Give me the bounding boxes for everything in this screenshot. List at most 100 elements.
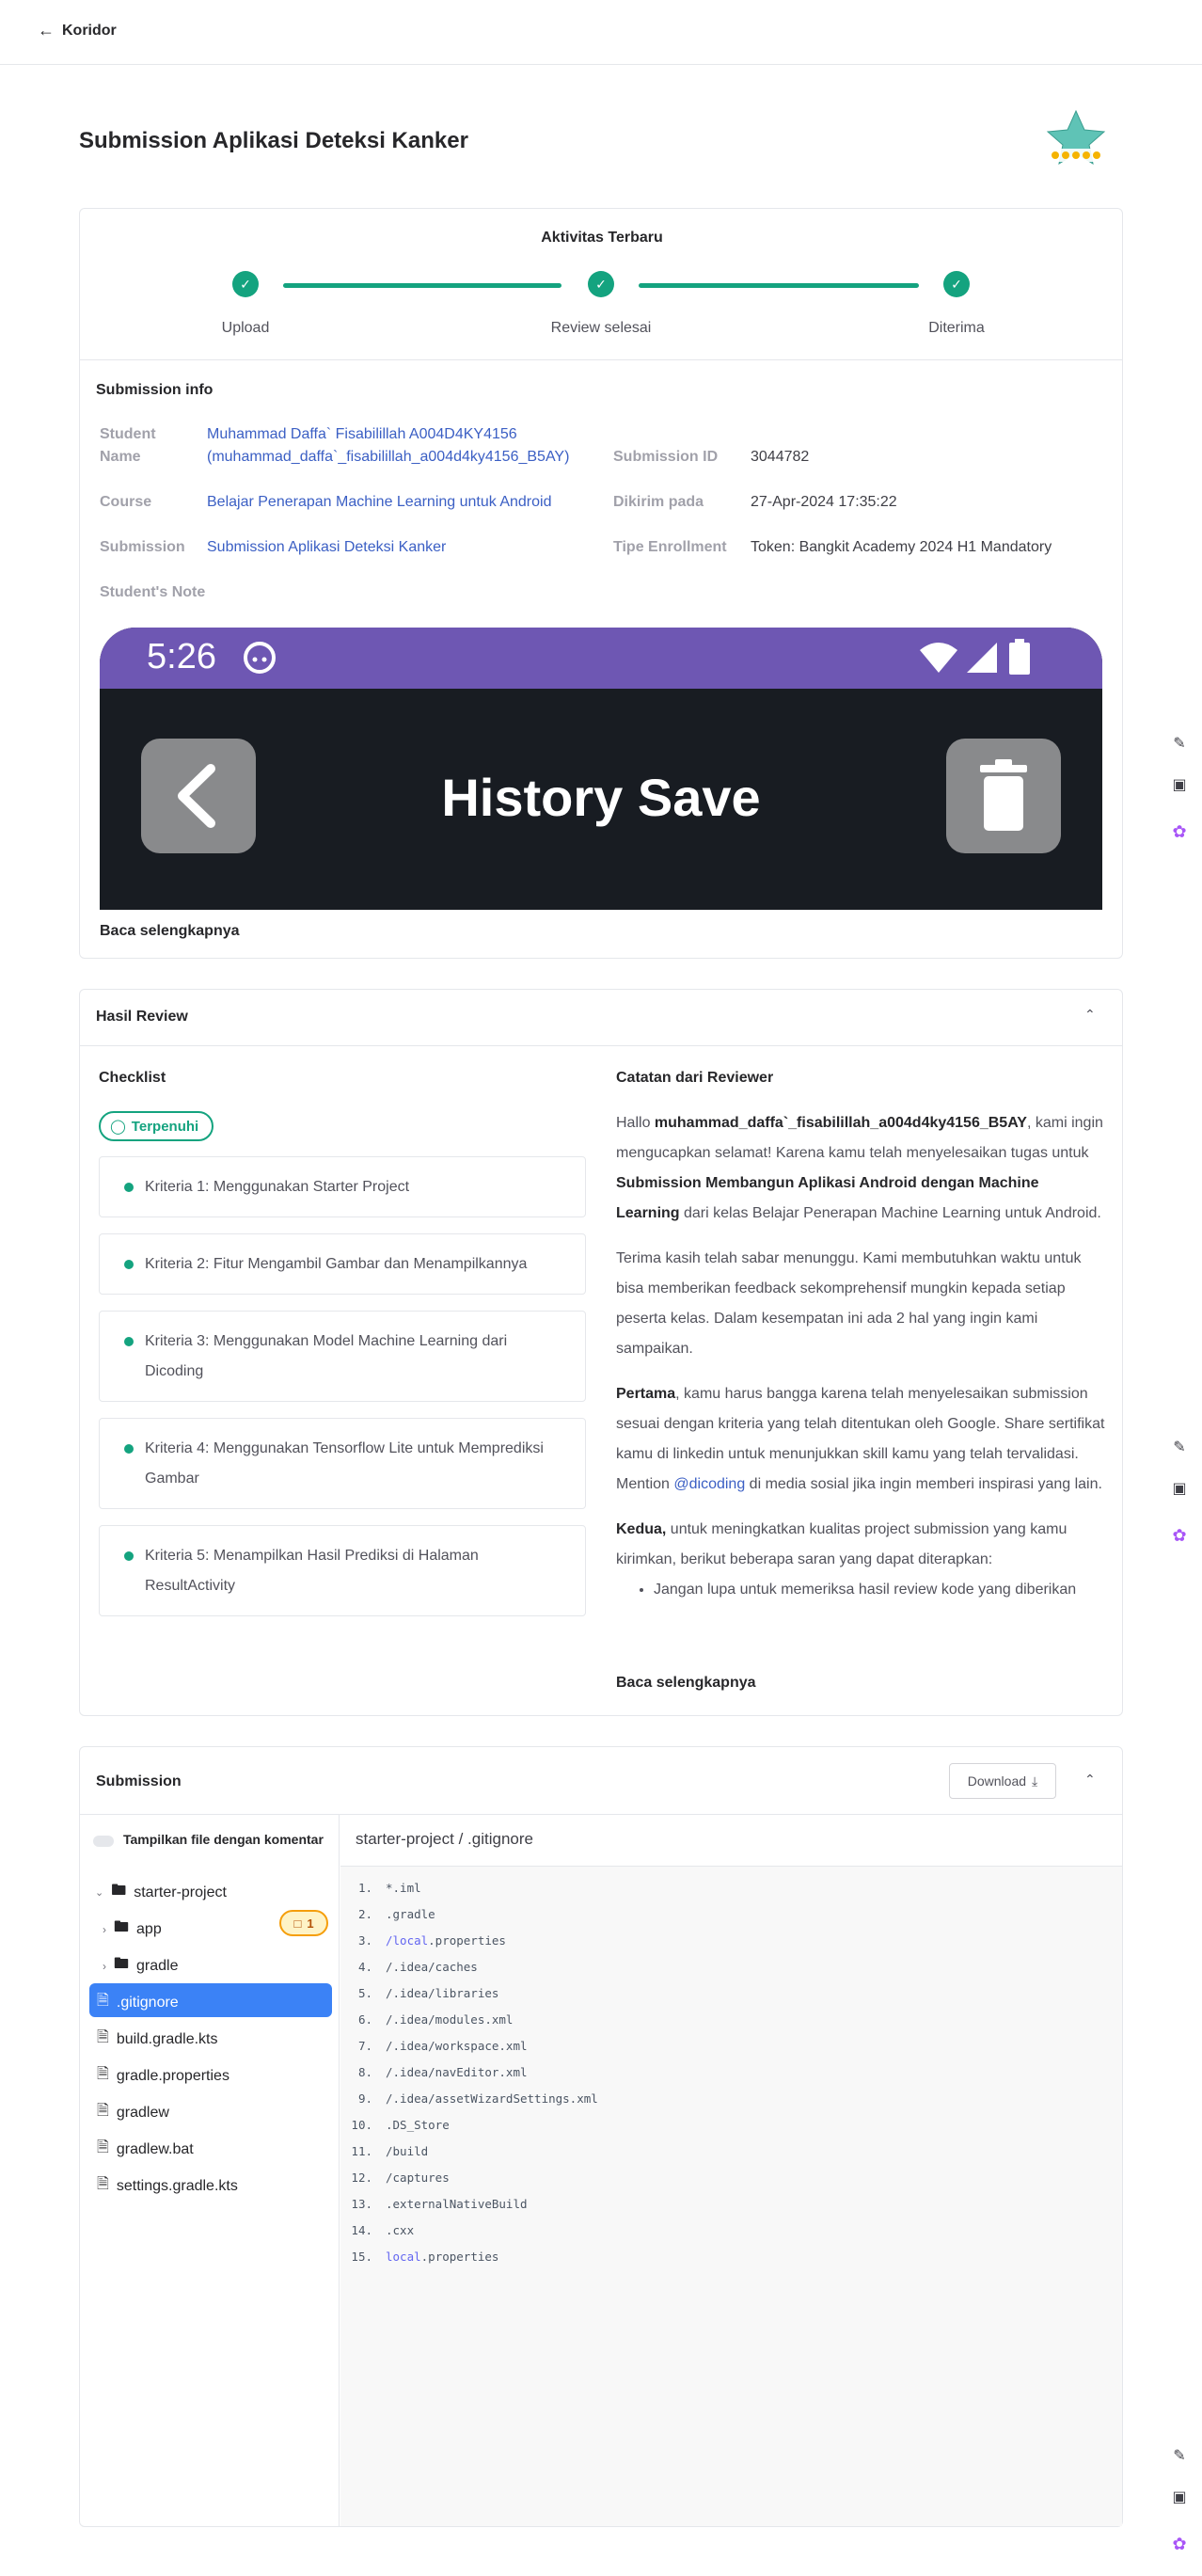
dicoding-mention-link[interactable]: @dicoding (673, 1476, 745, 1492)
step-upload-check-icon: ✓ (232, 271, 259, 297)
line-number: 6. (357, 2012, 372, 2027)
check-circle-icon: ◯ (110, 1119, 126, 1135)
line-number: 2. (357, 1907, 372, 1921)
file-icon: 🗎 (97, 1993, 109, 2009)
file-gradle-properties[interactable]: 🗎 gradle.properties (97, 2063, 229, 2089)
chevron-down-icon: ⌄ (95, 1887, 104, 1899)
divider (80, 1045, 1122, 1046)
status-badge-label: Terpenuhi (131, 1118, 199, 1135)
folder-gradle[interactable]: › 🖿 gradle (103, 1953, 179, 1979)
file-gradlew[interactable]: 🗎 gradlew (97, 2100, 169, 2125)
progress-line-2 (639, 283, 919, 288)
reader-icon[interactable]: ▣ (1162, 768, 1196, 802)
line-text: /build (386, 2144, 429, 2158)
checklist-title: Checklist (99, 1070, 166, 1086)
criteria-label: Kriteria 5: Menampilkan Hasil Prediksi d… (145, 1548, 479, 1594)
download-button[interactable]: Download ⤓ (949, 1763, 1056, 1799)
file-label: gradlew.bat (116, 2140, 194, 2157)
student-note-image: 5:26 History Save (100, 628, 1102, 910)
page-title: Submission Aplikasi Deteksi Kanker (79, 128, 468, 153)
file-gitignore[interactable]: 🗎 .gitignore (97, 1990, 179, 2015)
line-text: /.idea/libraries (386, 1986, 499, 2000)
comment-icon: □ (293, 1916, 302, 1931)
file-label: gradlew (116, 2104, 169, 2121)
line-text: *.iml (386, 1881, 421, 1895)
enrollment-type-label: Tipe Enrollment (613, 539, 727, 555)
step-label-accepted: Diterima (928, 320, 985, 336)
translate-icon[interactable]: ✎ (1162, 726, 1196, 760)
note-paragraph-2: Terima kasih telah sabar menunggu. Kami … (616, 1250, 1082, 1357)
course-link[interactable]: Belajar Penerapan Machine Learning untuk… (207, 491, 551, 514)
line-text: /.idea/navEditor.xml (386, 2065, 528, 2079)
file-label: .gitignore (116, 1994, 179, 2011)
student-name-line2: (muhammad_daffa`_fisabilillah_a004d4ky41… (207, 449, 570, 465)
criteria-item: Kriteria 2: Fitur Mengambil Gambar dan M… (99, 1233, 586, 1295)
line-text: .gradle (386, 1907, 435, 1921)
review-read-more-link[interactable]: Baca selengkapnya (616, 1675, 756, 1692)
translate-icon[interactable]: ✎ (1162, 1430, 1196, 1464)
chevron-right-icon: › (103, 1922, 106, 1936)
criteria-label: Kriteria 2: Fitur Mengambil Gambar dan M… (145, 1256, 528, 1272)
file-icon: 🗎 (97, 2103, 109, 2119)
student-name-line1: Muhammad Daffa` Fisabilillah A004D4KY415… (207, 426, 517, 442)
submission-link[interactable]: Submission Aplikasi Deteksi Kanker (207, 536, 446, 559)
submission-id-value: 3044782 (751, 449, 810, 465)
folder-starter-project[interactable]: ⌄ 🖿 starter-project (95, 1880, 227, 1905)
reader-icon[interactable]: ▣ (1162, 1471, 1196, 1505)
phone-status-bar: 5:26 (100, 628, 1102, 689)
line-number: 11. (351, 2144, 372, 2158)
folder-icon: 🖿 (114, 1956, 130, 1972)
review-card: Hasil Review ⌃ Checklist ◯ Terpenuhi Kri… (79, 989, 1123, 1716)
criteria-item: Kriteria 5: Menampilkan Hasil Prediksi d… (99, 1525, 586, 1616)
line-number: 7. (357, 2039, 372, 2053)
line-number: 13. (351, 2197, 372, 2211)
banner-delete-button (946, 739, 1061, 853)
step-label-upload: Upload (221, 320, 270, 336)
file-label: settings.gradle.kts (116, 2177, 238, 2194)
line-number: 10. (351, 2118, 372, 2132)
submission-info-card: Aktivitas Terbaru ✓ ✓ ✓ Upload Review se… (79, 208, 1123, 959)
check-icon (124, 1260, 134, 1269)
file-gradlew-bat[interactable]: 🗎 gradlew.bat (97, 2137, 194, 2162)
top-bar: ← Koridor (0, 0, 1202, 65)
brain-icon[interactable]: ✿ (1162, 1519, 1196, 1552)
line-text: local.properties (386, 2250, 499, 2264)
criteria-item: Kriteria 4: Menggunakan Tensorflow Lite … (99, 1418, 586, 1509)
step-label-review: Review selesai (550, 320, 652, 336)
activity-title: Aktivitas Terbaru (541, 230, 663, 246)
battery-icon (1009, 639, 1030, 675)
file-build-gradle[interactable]: 🗎 build.gradle.kts (97, 2027, 218, 2052)
submission-id-label: Submission ID (613, 449, 719, 465)
file-settings-gradle[interactable]: 🗎 settings.gradle.kts (97, 2173, 238, 2199)
folder-app[interactable]: › 🖿 app (103, 1916, 162, 1942)
back-link[interactable]: ← Koridor (38, 21, 117, 40)
file-icon: 🗎 (97, 2029, 109, 2045)
file-icon: 🗎 (97, 2139, 109, 2155)
line-number: 1. (357, 1881, 372, 1895)
criteria-item: Kriteria 3: Menggunakan Model Machine Le… (99, 1311, 586, 1402)
brain-icon[interactable]: ✿ (1162, 2527, 1196, 2561)
read-more-link[interactable]: Baca selengkapnya (100, 923, 240, 940)
student-name-value[interactable]: Muhammad Daffa` Fisabilillah A004D4KY415… (207, 423, 602, 469)
line-text: /captures (386, 2171, 450, 2185)
file-path-breadcrumb: starter-project / .gitignore (340, 1815, 1122, 1867)
check-icon (124, 1337, 134, 1346)
brain-icon[interactable]: ✿ (1162, 815, 1196, 849)
file-label: gradle.properties (116, 2067, 229, 2084)
show-commented-toggle[interactable] (93, 1836, 114, 1847)
translate-icon[interactable]: ✎ (1162, 2439, 1196, 2473)
download-button-label: Download (967, 1773, 1027, 1789)
android-icon (244, 642, 276, 674)
list-item: Jangan lupa untuk memeriksa hasil review… (654, 1579, 1105, 1601)
divider (80, 359, 1122, 360)
collapse-review-chevron-up-icon[interactable]: ⌃ (1084, 1007, 1096, 1023)
reader-icon[interactable]: ▣ (1162, 2480, 1196, 2514)
line-number: 5. (357, 1986, 372, 2000)
code-viewer: starter-project / .gitignore 1. *.iml 2. .g… (340, 1815, 1122, 2526)
enrollment-type-value: Token: Bangkit Academy 2024 H1 Mandatory (751, 539, 1052, 555)
submission-files-card: Submission Download ⤓ ⌃ Tampilkan file d… (79, 1746, 1123, 2527)
folder-label: gradle (136, 1957, 179, 1974)
line-number: 8. (357, 2065, 372, 2079)
chevron-right-icon: › (103, 1959, 106, 1973)
collapse-submission-chevron-up-icon[interactable]: ⌃ (1084, 1772, 1096, 1788)
